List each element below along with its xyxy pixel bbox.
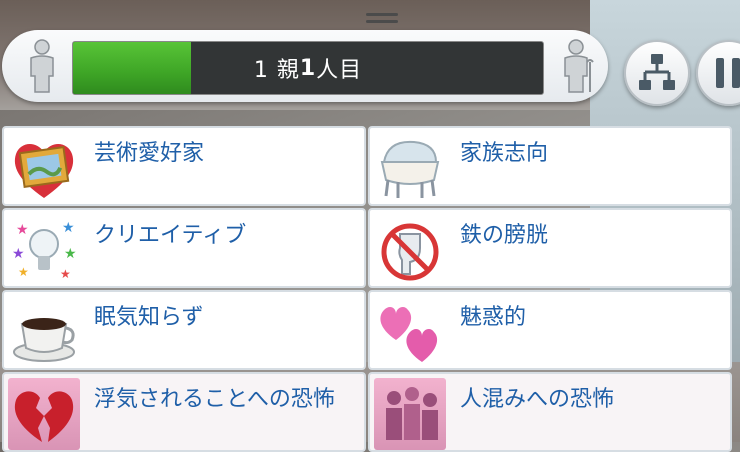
trait-label: 浮気されることへの恐怖 [94,387,335,412]
family-tree-icon [639,54,675,90]
elder-sim-icon[interactable] [558,38,598,94]
trait-card[interactable]: 浮気されることへの恐怖 [2,372,366,452]
trait-label: 鉄の膀胱 [460,223,549,248]
family-tree-button[interactable] [624,40,690,106]
trait-label: 家族志向 [460,141,549,166]
bassinet-icon [374,132,446,204]
coffee-cup-icon [8,296,80,368]
label-prefix: 1 親 [253,58,300,83]
svg-text:★: ★ [12,246,25,262]
pause-button[interactable] [696,40,740,106]
trait-card[interactable]: 魅惑的 [368,290,732,370]
adult-sim-icon[interactable] [22,38,62,94]
no-toilet-icon [374,214,446,286]
label-bold: 1 [299,55,317,81]
trait-label: 人混みへの恐怖 [460,387,615,412]
crowd-icon [374,378,446,450]
svg-text:★: ★ [64,246,77,262]
traits-grid: 芸術愛好家 家族志向 ★ ★ ★ ★ ★ ★ クリエイティブ 鉄の膀胱 眠気知ら… [0,124,740,452]
trait-card[interactable]: ★ ★ ★ ★ ★ ★ クリエイティブ [2,208,366,288]
hearts-icon [374,296,446,368]
trait-label: 魅惑的 [460,305,527,330]
drag-handle[interactable] [366,13,398,27]
trait-card[interactable]: 人混みへの恐怖 [368,372,732,452]
trait-card[interactable]: 家族志向 [368,126,732,206]
trait-label: 芸術愛好家 [94,141,205,166]
household-bar: 1 親 1 人目 [2,30,608,102]
label-suffix: 人目 [316,58,363,83]
trait-card[interactable]: 鉄の膀胱 [368,208,732,288]
household-progress-bar: 1 親 1 人目 [72,41,544,95]
pause-icon [716,58,740,88]
trait-card[interactable]: 芸術愛好家 [2,126,366,206]
svg-text:★: ★ [18,265,29,279]
broken-heart-icon [8,378,80,450]
household-label: 1 親 1 人目 [73,42,543,94]
svg-text:★: ★ [60,267,71,281]
trait-label: 眠気知らず [94,305,204,330]
svg-text:★: ★ [62,220,75,236]
lightbulb-stars-icon: ★ ★ ★ ★ ★ ★ [8,214,80,286]
trait-label: クリエイティブ [94,223,247,248]
painting-frame-icon [8,132,80,204]
svg-text:★: ★ [16,222,29,238]
trait-card[interactable]: 眠気知らず [2,290,366,370]
